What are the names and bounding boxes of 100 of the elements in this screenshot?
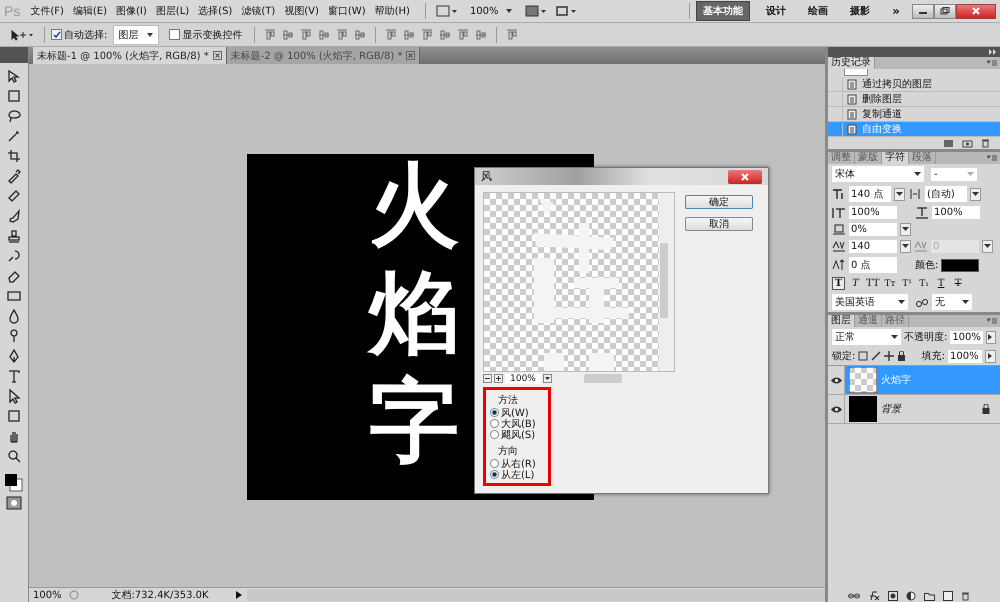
align-icon[interactable] [475, 28, 488, 40]
anti-alias-dropdown[interactable]: 无 [932, 294, 972, 310]
leading-field[interactable]: (自动) [925, 186, 967, 202]
trash-icon[interactable] [961, 591, 970, 601]
snapshot-icon[interactable] [943, 138, 954, 148]
opacity-field[interactable]: 100% [950, 330, 983, 344]
restore-button[interactable] [934, 4, 956, 18]
menu-item[interactable]: 窗口(W) [328, 4, 366, 18]
scroll-thumb[interactable] [584, 374, 622, 383]
new-layer-icon[interactable] [943, 591, 953, 601]
close-button[interactable] [728, 170, 762, 184]
dropdown-button[interactable] [900, 240, 911, 253]
panel-tab[interactable]: 字符 [882, 152, 909, 164]
mask-icon[interactable] [888, 591, 898, 601]
dropdown-button[interactable] [970, 188, 981, 200]
move-tool-preset[interactable] [10, 28, 34, 40]
collapse-icon[interactable] [989, 49, 997, 55]
baseline-shift-field[interactable]: 0 点 [849, 257, 897, 273]
screen-mode-dropdown[interactable] [554, 5, 577, 17]
text-style-button[interactable]: TT [866, 277, 880, 290]
radio-button[interactable] [490, 430, 499, 439]
menu-item[interactable]: 帮助(H) [374, 4, 410, 18]
horizontal-scale-field[interactable]: 100% [932, 206, 980, 219]
slider-button[interactable] [985, 350, 996, 362]
panel-tab[interactable]: 图层 [828, 315, 855, 327]
menu-item[interactable]: 滤镜(T) [241, 4, 276, 18]
menu-item[interactable]: 文件(F) [30, 4, 64, 18]
show-transform-checkbox[interactable] [169, 29, 180, 40]
history-item[interactable]: 删除图层 [828, 92, 1000, 107]
close-icon[interactable] [406, 51, 416, 60]
tracking-field[interactable]: 140 [849, 240, 897, 253]
panel-tab[interactable]: 历史记录 [828, 57, 875, 69]
menu-item[interactable]: 图层(L) [156, 4, 190, 18]
eye-icon[interactable] [830, 406, 842, 412]
auto-select-checkbox[interactable] [51, 29, 62, 40]
text-style-button[interactable]: Tт [884, 277, 897, 290]
dialog-button[interactable]: 取消 [685, 217, 753, 231]
radio-button[interactable] [490, 470, 499, 479]
search-icon[interactable] [6, 448, 22, 464]
eyedropper-icon[interactable] [6, 168, 22, 184]
snapshot-thumbnail[interactable] [844, 69, 868, 76]
panel-tab[interactable]: 通道 [855, 315, 882, 327]
zoom-in-button[interactable] [494, 374, 503, 383]
move-icon[interactable] [6, 68, 22, 84]
fill-field[interactable]: 100% [948, 350, 982, 362]
shape-icon[interactable] [6, 408, 22, 424]
panel-menu-icon[interactable] [987, 154, 997, 162]
minimize-button[interactable] [912, 4, 934, 18]
brush-icon[interactable] [871, 351, 882, 361]
close-icon[interactable] [212, 51, 222, 60]
panel-tab[interactable]: 段落 [909, 152, 936, 164]
zoom-field[interactable]: 100% [29, 590, 63, 600]
font-style-dropdown[interactable]: - [931, 168, 977, 180]
radio-button[interactable] [490, 408, 499, 417]
color-swatches-icon[interactable] [4, 473, 24, 493]
font-dropdown[interactable]: 宋体 [832, 166, 924, 182]
crop-icon[interactable] [6, 148, 22, 164]
move-icon[interactable] [884, 351, 894, 361]
dropdown-button[interactable] [900, 223, 911, 236]
align-icon[interactable] [421, 28, 434, 40]
lasso-icon[interactable] [6, 108, 22, 124]
trash-icon[interactable] [981, 138, 990, 148]
marquee-icon[interactable] [6, 88, 22, 104]
text-style-button[interactable]: T [952, 277, 965, 290]
close-button[interactable] [956, 4, 996, 18]
workspace-button[interactable]: 基本功能 [696, 1, 750, 21]
document-tab[interactable]: 未标题-1 @ 100% (火焰字, RGB/8) * [33, 47, 227, 64]
align-icon[interactable] [439, 28, 452, 40]
slider-button[interactable] [986, 330, 996, 344]
menu-item[interactable]: 图像(I) [116, 4, 147, 18]
panel-menu-icon[interactable] [987, 60, 997, 66]
extras-dropdown[interactable] [436, 5, 458, 17]
align-icon[interactable] [336, 28, 348, 40]
history-item[interactable]: 通过拷贝的图层 [828, 77, 1000, 92]
document-tab[interactable]: 未标题-2 @ 100% (火焰字, RGB/8) * [226, 47, 420, 64]
align-icon[interactable] [403, 28, 416, 40]
adjustment-icon[interactable] [906, 591, 916, 601]
text-style-button[interactable]: T [849, 277, 862, 290]
align-icon[interactable] [318, 28, 330, 40]
workspace-button[interactable]: 绘画 [802, 2, 834, 20]
language-dropdown[interactable]: 美国英语 [832, 294, 908, 310]
text-style-button[interactable]: T¹ [900, 277, 914, 290]
text-style-button[interactable]: T₁ [918, 277, 931, 290]
vertical-scale-field[interactable]: 100% [849, 206, 897, 219]
color-swatch[interactable] [941, 258, 980, 272]
zoom-out-button[interactable] [483, 374, 492, 383]
workspace-button[interactable]: 设计 [760, 2, 792, 20]
play-icon[interactable] [235, 590, 243, 600]
stamp-icon[interactable] [6, 228, 22, 244]
zoom-dropdown[interactable]: 100% [470, 6, 513, 16]
effects-icon[interactable] [868, 591, 880, 601]
toolbar-grip[interactable] [0, 47, 28, 63]
dropdown-button[interactable] [982, 240, 993, 253]
menu-item[interactable]: 视图(V) [284, 4, 319, 18]
align-icon[interactable] [264, 28, 276, 40]
panel-menu-icon[interactable] [987, 318, 997, 324]
font-size-field[interactable]: 140 点 [849, 186, 891, 202]
type-icon[interactable] [6, 368, 22, 384]
camera-icon[interactable] [962, 138, 973, 148]
eye-icon[interactable] [830, 376, 842, 384]
